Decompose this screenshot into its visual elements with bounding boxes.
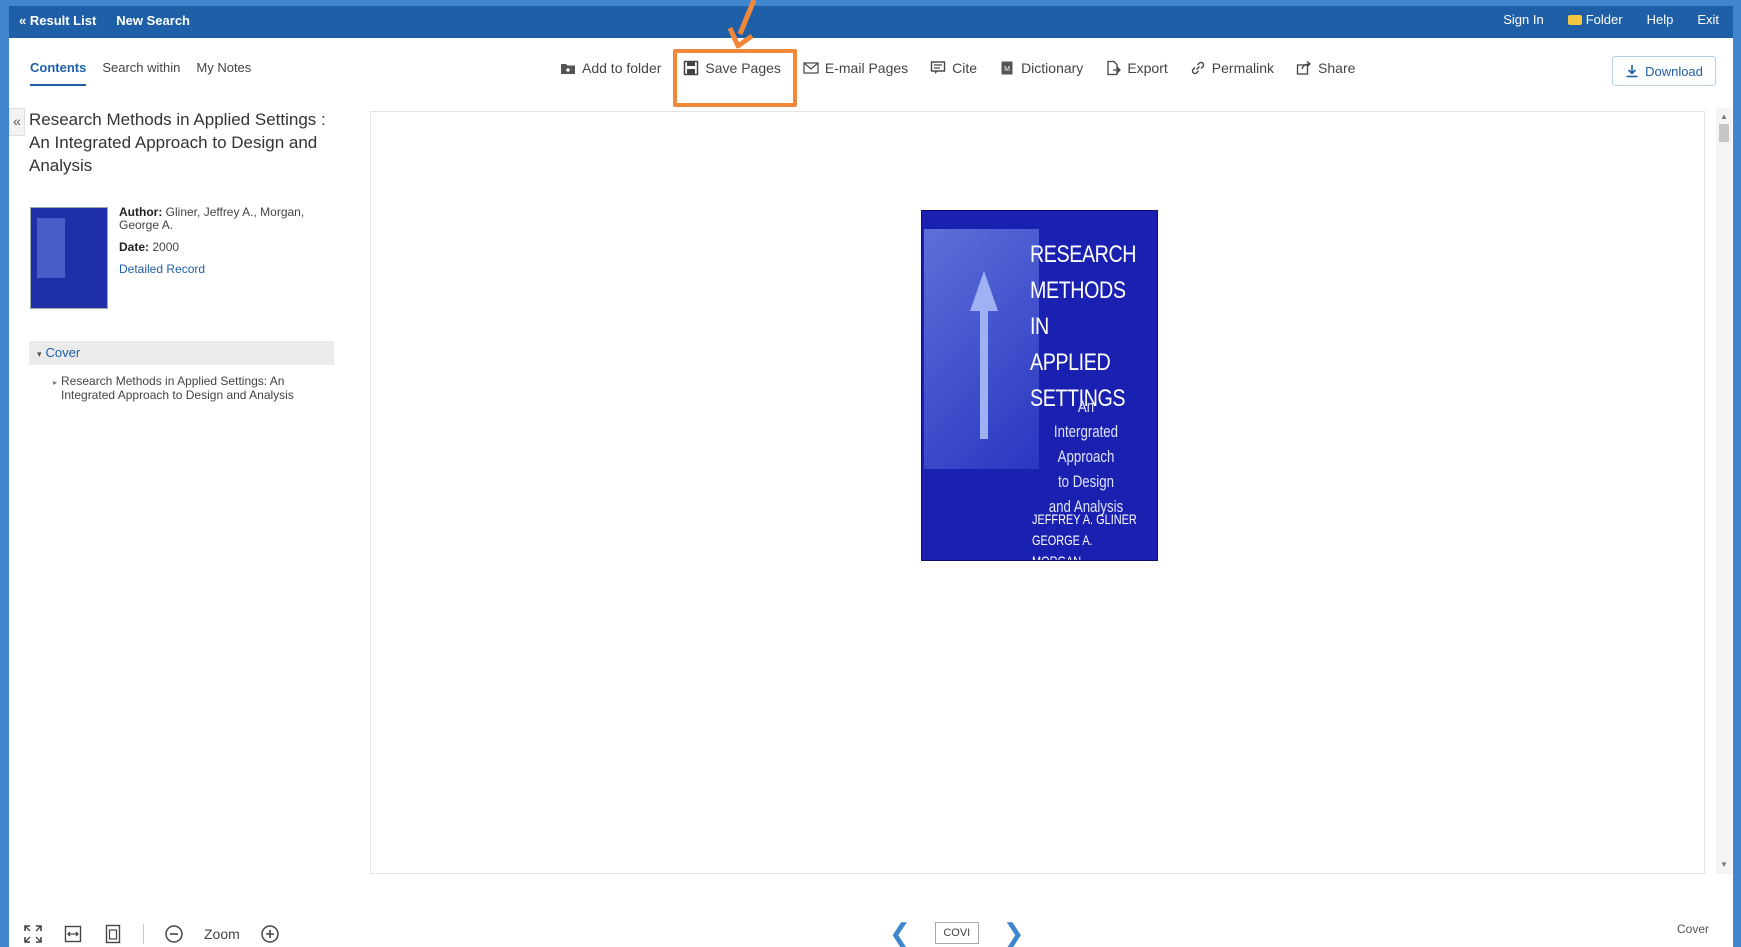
email-pages-button[interactable]: E-mail Pages [803, 60, 908, 76]
cover-authors: JEFFREY A. GLINER GEORGE A. MORGAN [1032, 509, 1141, 561]
zoom-label: Zoom [204, 926, 240, 942]
add-to-folder-button[interactable]: Add to folder [560, 60, 661, 76]
download-icon [1626, 65, 1638, 78]
tab-search-within[interactable]: Search within [102, 60, 180, 86]
dictionary-label: Dictionary [1021, 60, 1084, 76]
cover-title-line: METHODS [1030, 277, 1126, 304]
toc-section-cover[interactable]: ▾ Cover [29, 341, 334, 365]
tab-contents[interactable]: Contents [30, 60, 87, 86]
export-label: Export [1127, 60, 1168, 76]
permalink-label: Permalink [1211, 60, 1275, 76]
save-icon [684, 60, 699, 76]
scroll-thumb[interactable] [1719, 124, 1729, 142]
export-button[interactable]: Export [1105, 60, 1168, 76]
page-number-input[interactable]: COVI [934, 922, 979, 944]
link-icon [1191, 61, 1204, 75]
cite-icon [930, 61, 946, 74]
toolbar-separator [143, 924, 144, 944]
sign-in-link[interactable]: Sign In [1503, 12, 1543, 27]
date-label: Date: [119, 240, 150, 254]
current-section-label: Cover [1676, 922, 1709, 936]
zoom-out-icon[interactable] [164, 924, 184, 944]
save-pages-label: Save Pages [705, 60, 781, 76]
viewer-scrollbar[interactable]: ▲ ▼ [1716, 108, 1732, 874]
folder-label: Folder [1585, 12, 1623, 27]
share-label: Share [1318, 60, 1356, 76]
collapse-panel-button[interactable]: « [9, 108, 25, 136]
previous-page-icon[interactable]: ❮ [889, 920, 911, 946]
book-metadata: Author: Gliner, Jeffrey A., Morgan, Geor… [119, 206, 329, 276]
fullscreen-icon[interactable] [23, 924, 43, 944]
email-pages-label: E-mail Pages [824, 60, 909, 76]
cover-subtitle-line: to Design [1057, 472, 1115, 491]
date-value: 2000 [152, 240, 180, 254]
export-icon [1107, 60, 1122, 76]
cover-title-line: RESEARCH [1030, 241, 1137, 268]
new-search-link[interactable]: New Search [116, 13, 190, 28]
book-cover-page: RESEARCH METHODS IN APPLIED SETTINGS An … [921, 210, 1158, 561]
cover-arrow-art [970, 271, 998, 311]
exit-link[interactable]: Exit [1697, 12, 1719, 27]
annotation-arrow-icon [727, 0, 757, 49]
tool-buttons: Add to folder Save Pages E-mail Pages Ci… [560, 60, 1355, 76]
toc-section-label: Cover [45, 345, 81, 360]
date-row: Date: 2000 [119, 241, 329, 254]
page-navigator: ❮ COVI ❯ [889, 920, 1025, 946]
book-title: Research Methods in Applied Settings : A… [29, 110, 326, 175]
cover-arrow-stem [980, 309, 988, 439]
cover-subtitle-line: An Intergrated [1053, 397, 1119, 441]
add-to-folder-label: Add to folder [582, 60, 662, 76]
tab-my-notes[interactable]: My Notes [196, 60, 251, 86]
dictionary-button[interactable]: M Dictionary [999, 60, 1083, 76]
caret-down-icon: ▾ [37, 349, 42, 359]
zoom-in-icon[interactable] [260, 924, 280, 944]
cite-label: Cite [952, 60, 978, 76]
author-row: Author: Gliner, Jeffrey A., Morgan, Geor… [119, 206, 329, 232]
folder-add-icon [561, 64, 575, 74]
folder-link[interactable]: Folder [1567, 12, 1623, 27]
svg-text:M: M [1004, 66, 1010, 73]
toolbar: Contents Search within My Notes Add to f… [9, 38, 1733, 100]
folder-icon [1567, 15, 1582, 25]
detailed-record-link[interactable]: Detailed Record [119, 263, 329, 276]
download-button[interactable]: Download [1612, 56, 1716, 86]
permalink-button[interactable]: Permalink [1190, 60, 1274, 76]
author-label: Author: [119, 205, 163, 219]
cover-subtitle: An Intergrated Approach to Design and An… [1047, 394, 1125, 519]
toc-item[interactable]: ▸ Research Methods in Applied Settings: … [53, 374, 321, 402]
dictionary-icon: M [1001, 61, 1013, 75]
top-nav-bar: « Result List New Search Sign In Folder … [9, 6, 1733, 38]
viewer-controls: Zoom [23, 924, 280, 944]
next-page-icon[interactable]: ❯ [1003, 920, 1025, 946]
cover-author: JEFFREY A. GLINER [1032, 511, 1137, 527]
toc-item-label: Research Methods in Applied Settings: An… [61, 374, 294, 402]
cite-button[interactable]: Cite [930, 60, 977, 76]
cover-title: RESEARCH METHODS IN APPLIED SETTINGS [1030, 237, 1137, 417]
fit-page-icon[interactable] [103, 924, 123, 944]
cover-author: GEORGE A. MORGAN [1032, 532, 1093, 561]
cover-subtitle-line: Approach [1057, 447, 1115, 466]
download-label: Download [1645, 63, 1703, 79]
help-link[interactable]: Help [1647, 12, 1674, 27]
share-icon [1296, 61, 1312, 75]
book-thumbnail[interactable] [30, 207, 108, 309]
result-list-link[interactable]: « Result List [19, 13, 96, 28]
scroll-up-icon[interactable]: ▲ [1719, 112, 1729, 122]
side-tabs: Contents Search within My Notes [30, 60, 251, 86]
thumbnail-art [37, 218, 65, 278]
mail-icon [803, 62, 819, 74]
scroll-down-icon[interactable]: ▼ [1719, 860, 1729, 870]
caret-right-icon: ▸ [53, 378, 58, 387]
fit-width-icon[interactable] [63, 924, 83, 944]
save-pages-button[interactable]: Save Pages [683, 60, 781, 76]
share-button[interactable]: Share [1296, 60, 1355, 76]
bottom-bar: Zoom ❮ COVI ❯ Cover [9, 912, 1733, 947]
cover-title-line: IN APPLIED [1030, 313, 1111, 376]
